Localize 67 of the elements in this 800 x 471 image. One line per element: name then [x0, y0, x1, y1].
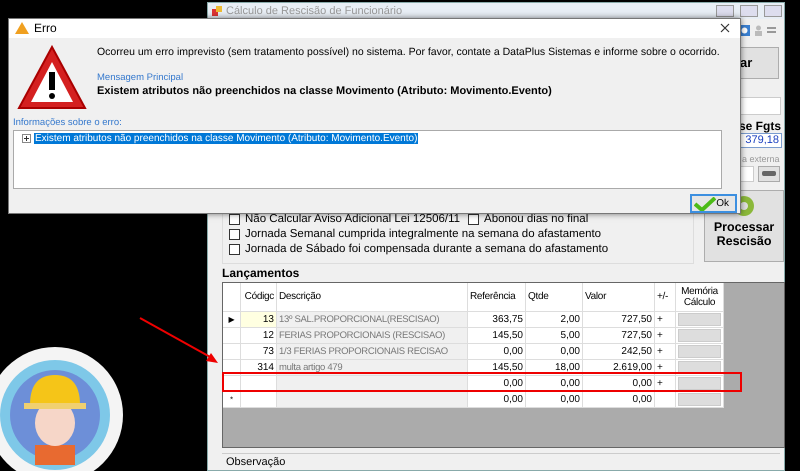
column-header[interactable]: Memória Cálculo	[676, 282, 724, 312]
group-label: Observação	[222, 453, 780, 470]
checkbox[interactable]	[229, 214, 240, 225]
table-cell: 727,50	[583, 312, 655, 328]
action-button[interactable]: ar	[739, 46, 779, 79]
table-cell: 0,00	[468, 392, 526, 408]
row-marker: *	[230, 394, 234, 404]
section-label: Informações sobre o erro:	[12, 117, 123, 128]
memory-button[interactable]	[678, 360, 721, 374]
table-cell: 13	[241, 312, 277, 328]
table-cell: 0,00	[468, 344, 526, 360]
column-header[interactable]: Códigc	[241, 282, 277, 312]
ok-button[interactable]: Ok	[690, 194, 737, 213]
table-cell: 363,75	[468, 312, 526, 328]
table-cell: 1/3 FERIAS PROPORCIONAIS RECISAO	[277, 344, 468, 360]
column-header[interactable]: Qtde	[526, 282, 583, 312]
row-marker: ▶	[228, 314, 234, 324]
table-cell: +	[655, 312, 676, 328]
table-cell: 145,50	[468, 328, 526, 344]
table-cell: 242,50	[583, 344, 655, 360]
dialog-title: Erro	[34, 21, 57, 36]
checkbox-label: Jornada de Sábado foi compensada durante a semana do afastamento	[245, 243, 608, 256]
checkbox-label: Não Calcular Aviso Adicional Lei 12506/11	[245, 213, 460, 226]
table-cell: 0,00	[583, 392, 655, 408]
table-cell: FERIAS PROPORCIONAIS (RESCISAO)	[277, 328, 468, 344]
main-message: Existem atributos não preenchidos na classe Movimento (Atributo: Movimento.Evento)	[97, 84, 553, 97]
expand-icon[interactable]	[22, 134, 31, 144]
table-cell: 0,00	[526, 344, 583, 360]
section-label: Mensagem Principal	[97, 72, 184, 83]
header-cell	[223, 282, 241, 312]
input-field[interactable]	[739, 96, 781, 115]
table-cell: 73	[241, 344, 277, 360]
warning-icon	[17, 44, 87, 112]
close-icon	[720, 23, 730, 34]
row-header[interactable]: ▶	[223, 312, 241, 328]
row-header[interactable]: *	[223, 392, 241, 408]
checkbox-label: Jornada Semanal cumprida integralmente na semana do afastamento	[245, 228, 602, 240]
field-label: a externa	[742, 154, 780, 164]
table-cell: 0,00	[526, 392, 583, 408]
maximize-button[interactable]	[740, 4, 758, 17]
check-icon	[694, 196, 716, 210]
checkbox-label: Abonou dias no final	[484, 213, 588, 226]
tree-item[interactable]: Existem atributos não preenchidos na classe Movimento (Atributo: Movimento.Evento)	[34, 133, 418, 144]
table-cell: 13º SAL.PROPORCIONAL(RESCISAO)	[277, 312, 468, 328]
tool-icon	[762, 170, 776, 178]
table-cell: +	[655, 344, 676, 360]
icon-button[interactable]	[758, 166, 780, 182]
window-title: Cálculo de Rescisão de Funcionário	[226, 4, 404, 17]
checkbox[interactable]	[229, 244, 240, 255]
table-cell: 12	[241, 328, 277, 344]
checkbox[interactable]	[468, 214, 480, 225]
table-cell: 5,00	[526, 328, 583, 344]
minimize-button[interactable]	[716, 4, 734, 17]
fgts-base-field[interactable]: 379,18	[739, 132, 782, 148]
checkbox[interactable]	[229, 228, 240, 240]
column-header[interactable]: Valor	[583, 282, 655, 312]
table-cell: 727,50	[583, 328, 655, 344]
column-header[interactable]: +/-	[655, 282, 676, 312]
table-cell: +	[655, 328, 676, 344]
menu-icon[interactable]	[767, 26, 776, 36]
app-icon	[212, 6, 222, 16]
section-title: Lançamentos	[221, 264, 300, 282]
column-header[interactable]: Descrição	[277, 282, 468, 312]
table-cell: 2,00	[526, 312, 583, 328]
column-header[interactable]: Referência	[468, 282, 526, 312]
error-message: Ocorreu um erro imprevisto (sem tratamento possível) no sistema. Por favor, contate a DataPlus Sistemas e informe sobre o ocorrido.	[97, 46, 720, 58]
warning-icon	[15, 22, 29, 34]
